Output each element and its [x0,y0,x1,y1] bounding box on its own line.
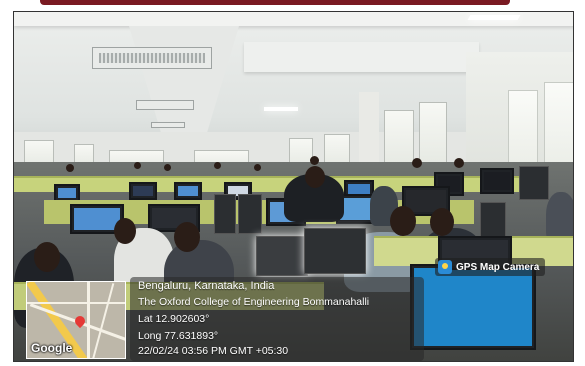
google-logo: Google [31,341,73,355]
ceiling-ac-vent-farthest [151,122,185,128]
map-thumbnail: Google [26,281,126,359]
ceiling-beam-center [129,26,239,136]
map-road [27,302,125,304]
location-place: The Oxford College of Engineering Bomman… [138,296,370,308]
monitor [480,168,514,194]
person-head [164,164,171,171]
person-head [305,166,325,188]
cpu-tower [214,194,236,234]
top-banner-strip [0,0,585,8]
monitor [174,182,202,200]
lab-photo: GPS Map Camera Google Bengaluru, Karnata… [13,11,574,362]
person [546,192,573,242]
person-head [174,222,200,252]
person-head [454,158,464,168]
cpu-tower [256,236,308,276]
person-head [390,206,416,236]
person-head [430,208,454,236]
location-info-box: Bengaluru, Karnataka, India The Oxford C… [130,277,424,361]
ceiling-ac-vent [92,47,212,69]
longitude-readout: Long 77.631893° [138,330,219,342]
person-head [254,164,261,171]
cpu-tower [238,194,262,234]
person-head [114,218,136,244]
cpu-tower [304,228,366,274]
location-city: Bengaluru, Karnataka, India [138,280,275,292]
person-head [310,156,319,165]
ceiling-light [467,15,521,20]
ceiling-light-far [264,107,298,111]
person-head [134,162,141,169]
person-head [412,158,422,168]
person-head [66,164,74,172]
monitor [129,182,157,200]
ceiling-beam-right [244,42,479,72]
person-head [214,162,221,169]
latitude-readout: Lat 12.902603° [138,313,210,325]
geotag-overlay: Google Bengaluru, Karnataka, India The O… [14,274,573,361]
person-head [34,242,60,272]
badge-label: GPS Map Camera [456,261,540,273]
cpu-tower [519,166,549,200]
top-banner-band [40,0,510,5]
camera-icon [438,260,452,274]
timestamp-readout: 22/02/24 03:56 PM GMT +05:30 [138,345,289,357]
map-road [87,282,90,358]
ceiling-ac-vent-far [136,100,194,110]
